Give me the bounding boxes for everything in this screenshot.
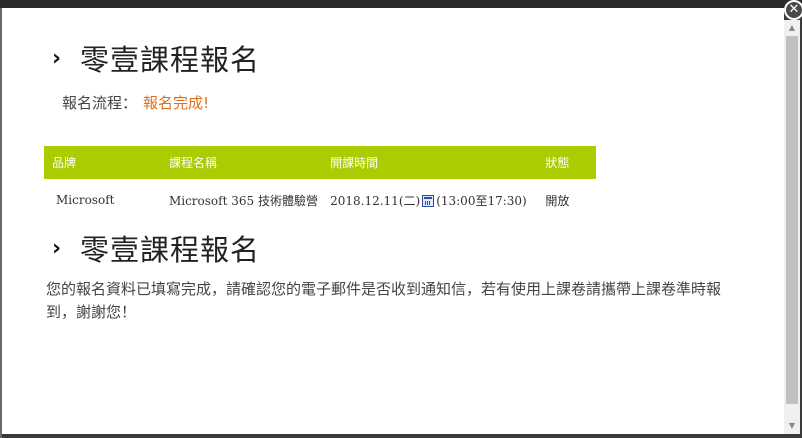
flow-label: 報名流程： — [62, 94, 138, 112]
scroll-up-icon[interactable]: ▲ — [784, 20, 800, 36]
modal-heading-bottom: › 零壹課程報名 — [52, 230, 261, 267]
table-header-row: 品牌 課程名稱 開課時間 狀態 — [44, 146, 596, 179]
calendar-icon[interactable] — [422, 195, 435, 207]
column-header-time: 開課時間 — [330, 146, 546, 179]
column-header-brand: 品牌 — [44, 146, 169, 179]
scroll-thumb[interactable] — [786, 36, 798, 404]
course-table: 品牌 課程名稱 開課時間 狀態 Microsoft Microsoft 365 … — [44, 146, 596, 221]
registration-modal: › 零壹課程報名 報名流程： 報名完成! 品牌 課程名稱 開課時間 狀態 Micr… — [2, 8, 784, 434]
confirmation-message: 您的報名資料已填寫完成，請確認您的電子郵件是否收到通知信，若有使用上課卷請攜帶上… — [46, 280, 722, 321]
chevron-right-icon: › — [52, 235, 62, 261]
page-title: 零壹課程報名 — [80, 43, 261, 77]
column-header-course: 課程名稱 — [168, 146, 331, 179]
cell-brand: Microsoft — [56, 193, 115, 207]
close-icon[interactable]: ✕ — [784, 0, 802, 20]
flow-status: 報名完成! — [143, 94, 210, 112]
cell-course: Microsoft 365 技術體驗營 — [168, 193, 318, 208]
modal-heading-top: › 零壹課程報名 — [52, 40, 261, 77]
modal-scrollbar[interactable]: ▲ ▼ — [784, 20, 800, 434]
cell-time: 2018.12.11(二) (13:00至17:30) — [330, 179, 545, 221]
cell-status: 開放 — [545, 193, 570, 208]
course-time: (13:00至17:30) — [436, 193, 527, 208]
chevron-right-icon: › — [52, 45, 62, 71]
table-row: Microsoft Microsoft 365 技術體驗營 2018.12.11… — [44, 179, 596, 221]
course-date: 2018.12.11(二) — [330, 193, 421, 208]
column-header-status: 狀態 — [545, 146, 596, 179]
scroll-down-icon[interactable]: ▼ — [784, 418, 800, 434]
page-backdrop — [0, 0, 802, 8]
registration-flow: 報名流程： 報名完成! — [62, 92, 209, 113]
section-title: 零壹課程報名 — [80, 233, 261, 267]
